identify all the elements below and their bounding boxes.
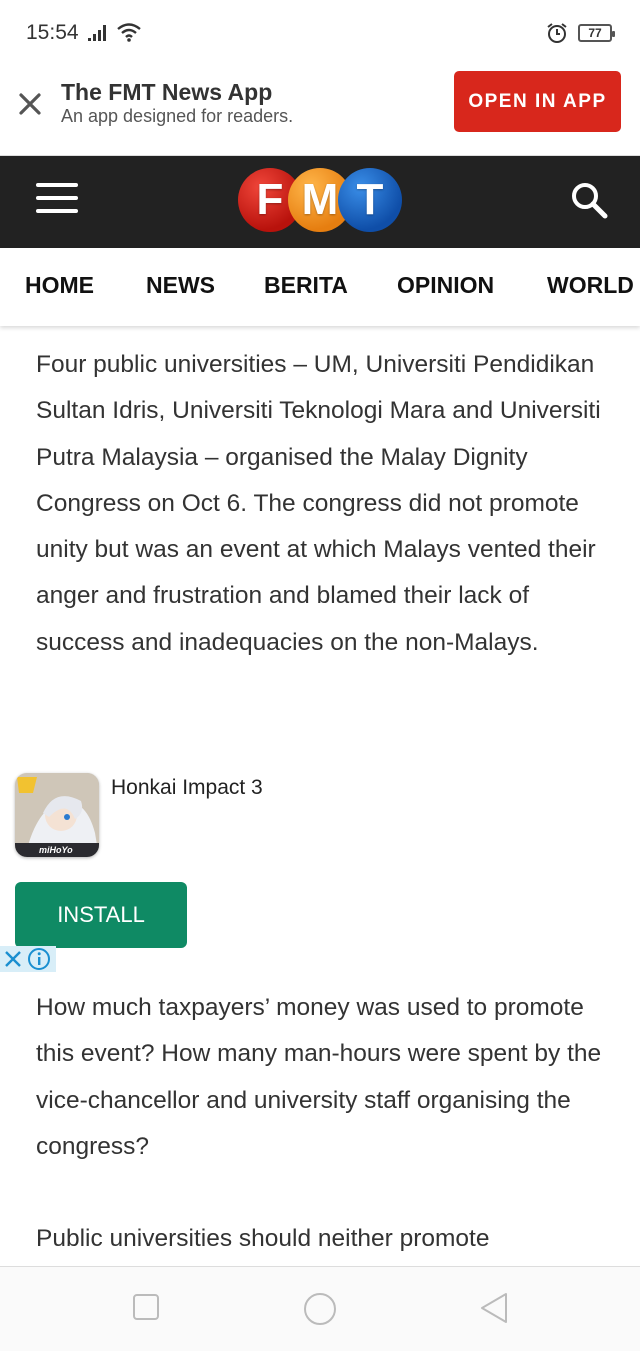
banner-title: The FMT News App xyxy=(61,79,273,105)
banner-subtitle: An app designed for readers. xyxy=(61,106,294,126)
fmt-logo[interactable]: F M T xyxy=(238,168,406,232)
system-nav-bar xyxy=(0,1266,640,1351)
install-button[interactable]: INSTALL xyxy=(15,882,187,948)
nav-item-opinion[interactable]: OPINION xyxy=(397,272,494,299)
home-icon[interactable] xyxy=(302,1291,338,1327)
info-icon[interactable] xyxy=(26,946,52,972)
hamburger-menu-icon[interactable] xyxy=(36,183,78,217)
status-icons-right: 77 xyxy=(546,22,615,44)
section-nav: HOME NEWS BERITA OPINION WORLD xyxy=(0,248,640,326)
status-icons-left xyxy=(88,22,142,42)
status-bar: 15:54 77 xyxy=(0,0,640,64)
logo-letter-t: T xyxy=(338,168,402,232)
ad-icon-badge: miHoYo xyxy=(39,845,73,855)
back-icon[interactable] xyxy=(478,1291,510,1325)
status-time: 15:54 xyxy=(26,21,79,44)
signal-icon xyxy=(88,25,106,41)
ad-app-icon[interactable]: miHoYo xyxy=(15,773,99,857)
article-paragraph: Public universities should neither promo… xyxy=(36,1225,490,1252)
nav-item-news[interactable]: NEWS xyxy=(146,272,215,299)
open-in-app-button[interactable]: OPEN IN APP xyxy=(454,71,621,132)
article-paragraph: How much taxpayers’ money was used to pr… xyxy=(36,994,602,1160)
search-icon[interactable] xyxy=(568,180,610,222)
app-banner: The FMT News App An app designed for rea… xyxy=(0,64,640,156)
nav-item-home[interactable]: HOME xyxy=(25,272,94,299)
close-icon[interactable] xyxy=(14,86,46,118)
close-ad-icon[interactable] xyxy=(0,946,26,972)
recents-icon[interactable] xyxy=(132,1293,160,1321)
ad-choices[interactable] xyxy=(0,946,56,972)
wifi-icon xyxy=(117,23,141,42)
site-header: F M T xyxy=(0,156,640,248)
nav-item-world[interactable]: WORLD xyxy=(547,272,634,299)
battery-icon: 77 xyxy=(578,24,615,42)
article-paragraph: Four public universities – UM, Universit… xyxy=(36,351,601,656)
alarm-icon xyxy=(547,23,567,43)
ad-app-name[interactable]: Honkai Impact 3 xyxy=(111,776,263,800)
nav-item-berita[interactable]: BERITA xyxy=(264,272,348,299)
